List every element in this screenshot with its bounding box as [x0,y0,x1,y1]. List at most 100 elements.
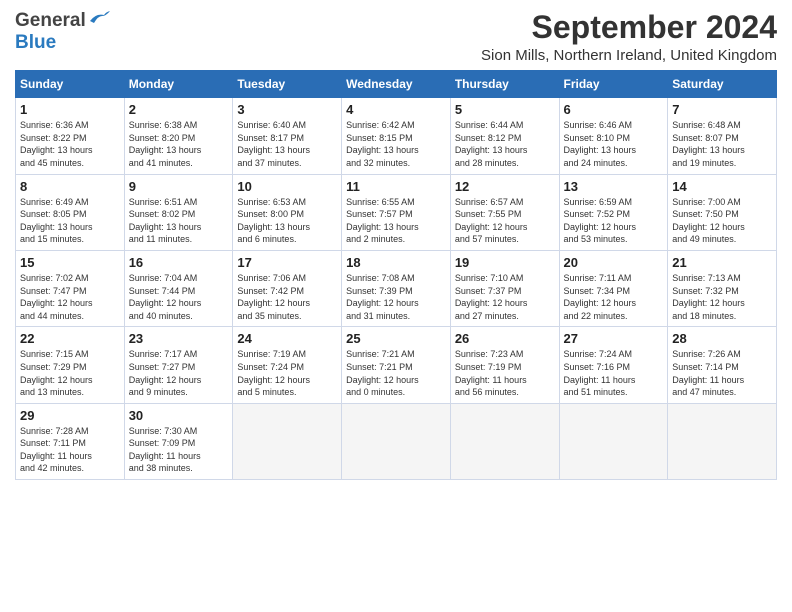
day-info: Sunrise: 6:53 AMSunset: 8:00 PMDaylight:… [237,196,337,246]
day-info: Sunrise: 7:13 AMSunset: 7:32 PMDaylight:… [672,272,772,322]
calendar-week-row: 1 Sunrise: 6:36 AMSunset: 8:22 PMDaylight… [16,98,777,174]
weekday-header-wednesday: Wednesday [342,71,451,98]
calendar-cell: 25Sunrise: 7:21 AMSunset: 7:21 PMDayligh… [342,327,451,403]
day-number: 27 [564,331,664,346]
day-info: Sunrise: 7:17 AMSunset: 7:27 PMDaylight:… [129,348,229,398]
day-number: 5 [455,102,555,117]
calendar-week-row: 22 Sunrise: 7:15 AMSunset: 7:29 PMDayligh… [16,327,777,403]
calendar-cell: 7 Sunrise: 6:48 AMSunset: 8:07 PMDaylight… [668,98,777,174]
day-info: Sunrise: 6:38 AMSunset: 8:20 PMDaylight:… [129,119,229,169]
day-number: 24 [237,331,337,346]
day-info: Sunrise: 7:24 AMSunset: 7:16 PMDaylight:… [564,348,664,398]
calendar-cell: 30 Sunrise: 7:30 AMSunset: 7:09 PMDayligh… [124,403,233,479]
weekday-header-friday: Friday [559,71,668,98]
day-number: 28 [672,331,772,346]
day-number: 12 [455,179,555,194]
day-info: Sunrise: 7:19 AMSunset: 7:24 PMDaylight:… [237,348,337,398]
day-info: Sunrise: 7:11 AMSunset: 7:34 PMDaylight:… [564,272,664,322]
weekday-header-saturday: Saturday [668,71,777,98]
calendar-cell: 4Sunrise: 6:42 AMSunset: 8:15 PMDaylight… [342,98,451,174]
logo-bird-icon [88,11,110,32]
day-number: 19 [455,255,555,270]
calendar-cell: 3 Sunrise: 6:40 AMSunset: 8:17 PMDaylight… [233,98,342,174]
day-info: Sunrise: 7:28 AMSunset: 7:11 PMDaylight:… [20,425,120,475]
calendar-cell: 16 Sunrise: 7:04 AMSunset: 7:44 PMDayligh… [124,250,233,326]
page-header: General Blue September 2024 Sion Mills, … [15,10,777,64]
day-info: Sunrise: 7:02 AMSunset: 7:47 PMDaylight:… [20,272,120,322]
day-number: 11 [346,179,446,194]
calendar-cell: 26 Sunrise: 7:23 AMSunset: 7:19 PMDayligh… [450,327,559,403]
day-info: Sunrise: 7:23 AMSunset: 7:19 PMDaylight:… [455,348,555,398]
day-number: 14 [672,179,772,194]
day-number: 25 [346,331,446,346]
day-info: Sunrise: 7:04 AMSunset: 7:44 PMDaylight:… [129,272,229,322]
day-number: 22 [20,331,120,346]
calendar-cell: 13Sunrise: 6:59 AMSunset: 7:52 PMDayligh… [559,174,668,250]
calendar-cell: 12 Sunrise: 6:57 AMSunset: 7:55 PMDayligh… [450,174,559,250]
day-info: Sunrise: 7:26 AMSunset: 7:14 PMDaylight:… [672,348,772,398]
day-number: 20 [564,255,664,270]
day-info: Sunrise: 7:15 AMSunset: 7:29 PMDaylight:… [20,348,120,398]
day-number: 29 [20,408,120,423]
calendar-cell: 15 Sunrise: 7:02 AMSunset: 7:47 PMDayligh… [16,250,125,326]
calendar-cell [342,403,451,479]
weekday-header-tuesday: Tuesday [233,71,342,98]
day-info: Sunrise: 6:57 AMSunset: 7:55 PMDaylight:… [455,196,555,246]
day-number: 30 [129,408,229,423]
calendar-cell: 17Sunrise: 7:06 AMSunset: 7:42 PMDayligh… [233,250,342,326]
day-info: Sunrise: 6:55 AMSunset: 7:57 PMDaylight:… [346,196,446,246]
calendar-cell: 10 Sunrise: 6:53 AMSunset: 8:00 PMDayligh… [233,174,342,250]
day-number: 1 [20,102,120,117]
day-info: Sunrise: 6:46 AMSunset: 8:10 PMDaylight:… [564,119,664,169]
calendar-cell: 1 Sunrise: 6:36 AMSunset: 8:22 PMDaylight… [16,98,125,174]
calendar-table: SundayMondayTuesdayWednesdayThursdayFrid… [15,70,777,480]
day-number: 8 [20,179,120,194]
calendar-cell: 19Sunrise: 7:10 AMSunset: 7:37 PMDayligh… [450,250,559,326]
day-number: 10 [237,179,337,194]
day-number: 2 [129,102,229,117]
day-number: 21 [672,255,772,270]
day-number: 7 [672,102,772,117]
day-number: 9 [129,179,229,194]
day-info: Sunrise: 6:36 AMSunset: 8:22 PMDaylight:… [20,119,120,169]
calendar-cell: 14 Sunrise: 7:00 AMSunset: 7:50 PMDayligh… [668,174,777,250]
day-info: Sunrise: 6:51 AMSunset: 8:02 PMDaylight:… [129,196,229,246]
day-number: 23 [129,331,229,346]
calendar-cell [559,403,668,479]
day-info: Sunrise: 7:30 AMSunset: 7:09 PMDaylight:… [129,425,229,475]
day-info: Sunrise: 6:49 AMSunset: 8:05 PMDaylight:… [20,196,120,246]
calendar-cell: 27 Sunrise: 7:24 AMSunset: 7:16 PMDayligh… [559,327,668,403]
calendar-cell: 21 Sunrise: 7:13 AMSunset: 7:32 PMDayligh… [668,250,777,326]
calendar-cell [233,403,342,479]
logo-general-text: General [15,10,86,32]
day-info: Sunrise: 6:48 AMSunset: 8:07 PMDaylight:… [672,119,772,169]
logo: General Blue [15,10,110,54]
main-title: September 2024 [110,10,777,45]
title-area: September 2024 Sion Mills, Northern Irel… [110,10,777,64]
calendar-header-row: SundayMondayTuesdayWednesdayThursdayFrid… [16,71,777,98]
day-number: 26 [455,331,555,346]
day-info: Sunrise: 7:08 AMSunset: 7:39 PMDaylight:… [346,272,446,322]
calendar-cell: 8 Sunrise: 6:49 AMSunset: 8:05 PMDaylight… [16,174,125,250]
day-number: 18 [346,255,446,270]
calendar-cell: 20 Sunrise: 7:11 AMSunset: 7:34 PMDayligh… [559,250,668,326]
calendar-week-row: 8 Sunrise: 6:49 AMSunset: 8:05 PMDaylight… [16,174,777,250]
calendar-cell [668,403,777,479]
day-info: Sunrise: 7:00 AMSunset: 7:50 PMDaylight:… [672,196,772,246]
weekday-header-monday: Monday [124,71,233,98]
day-info: Sunrise: 6:59 AMSunset: 7:52 PMDaylight:… [564,196,664,246]
day-info: Sunrise: 6:40 AMSunset: 8:17 PMDaylight:… [237,119,337,169]
day-number: 3 [237,102,337,117]
day-number: 16 [129,255,229,270]
calendar-week-row: 29 Sunrise: 7:28 AMSunset: 7:11 PMDayligh… [16,403,777,479]
calendar-cell: 24 Sunrise: 7:19 AMSunset: 7:24 PMDayligh… [233,327,342,403]
logo-blue-text: Blue [15,32,56,53]
day-info: Sunrise: 6:44 AMSunset: 8:12 PMDaylight:… [455,119,555,169]
weekday-header-sunday: Sunday [16,71,125,98]
subtitle: Sion Mills, Northern Ireland, United Kin… [110,47,777,64]
day-number: 4 [346,102,446,117]
calendar-cell: 29 Sunrise: 7:28 AMSunset: 7:11 PMDayligh… [16,403,125,479]
calendar-cell: 11 Sunrise: 6:55 AMSunset: 7:57 PMDayligh… [342,174,451,250]
calendar-cell: 22 Sunrise: 7:15 AMSunset: 7:29 PMDayligh… [16,327,125,403]
day-number: 15 [20,255,120,270]
